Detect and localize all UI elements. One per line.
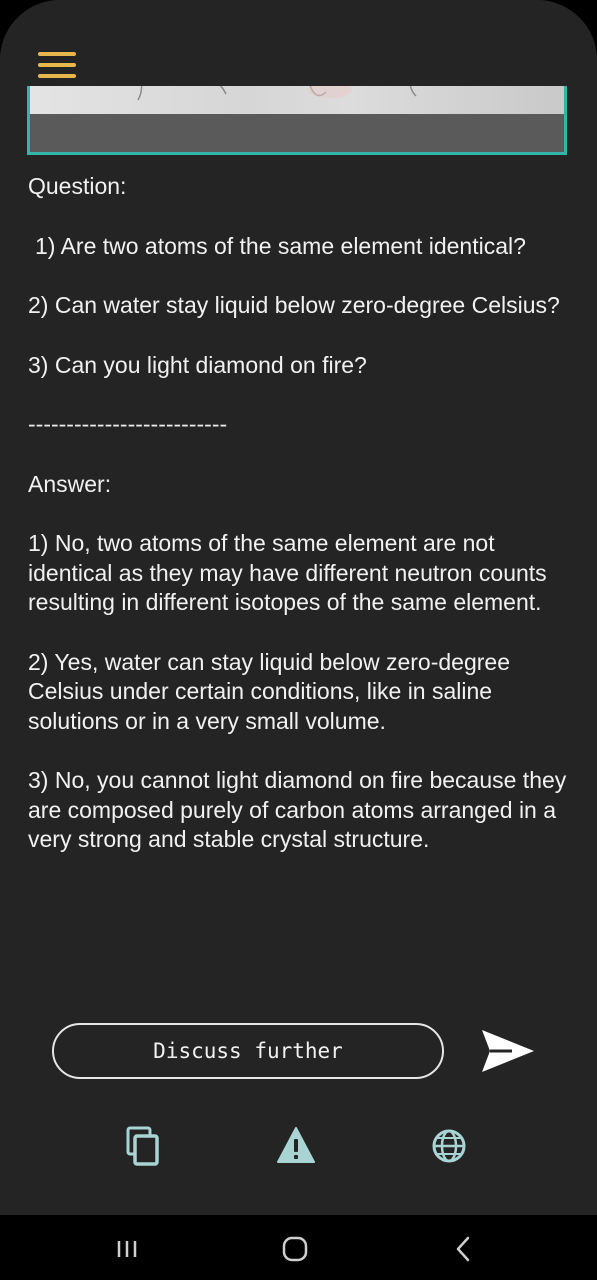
recents-icon[interactable]	[105, 1227, 149, 1271]
app-screen: Question: 1) Are two atoms of the same e…	[0, 0, 597, 1215]
answer-item: 1) No, two atoms of the same element are…	[28, 530, 547, 615]
back-chevron-icon[interactable]	[441, 1227, 485, 1271]
paper-plane-send-icon[interactable]	[478, 1026, 536, 1076]
discuss-further-button[interactable]: Discuss further	[52, 1023, 444, 1079]
system-navigation-bar	[0, 1215, 597, 1280]
globe-icon[interactable]	[427, 1124, 471, 1168]
answer-item: 3) No, you cannot light diamond on fire …	[28, 767, 567, 852]
answer-item: 2) Yes, water can stay liquid below zero…	[28, 648, 511, 734]
question-item: 3) Can you light diamond on fire?	[28, 351, 367, 378]
top-bar	[0, 0, 597, 86]
answer-label: Answer:	[28, 470, 112, 497]
home-icon[interactable]	[273, 1227, 317, 1271]
copy-icon[interactable]	[122, 1124, 166, 1168]
question-item: 1) Are two atoms of the same element ide…	[35, 232, 526, 259]
response-content: Question: 1) Are two atoms of the same e…	[28, 172, 573, 885]
hamburger-menu-icon[interactable]	[38, 50, 78, 82]
divider-line: --------------------------	[28, 411, 228, 437]
question-label: Question:	[28, 173, 127, 199]
warning-triangle-icon[interactable]	[274, 1124, 318, 1168]
question-item: 2) Can water stay liquid below zero-degr…	[28, 292, 560, 318]
